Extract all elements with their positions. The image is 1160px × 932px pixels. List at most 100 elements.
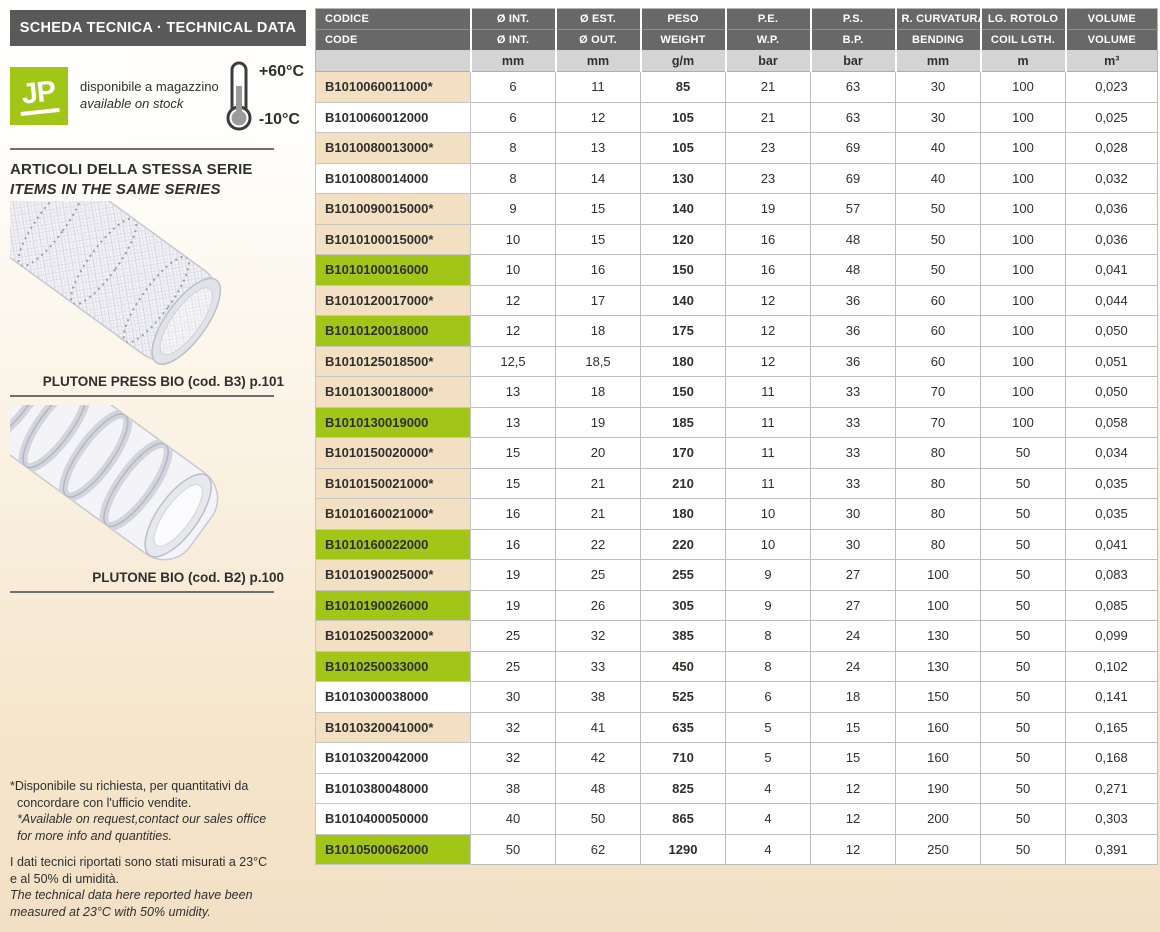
cell-pe: 12 <box>725 315 811 347</box>
stock-availability-row: JP disponibile a magazzino available on … <box>10 58 306 134</box>
cell-r-curvatura: 130 <box>895 650 981 682</box>
code-cell: B1010060011000* <box>315 71 471 103</box>
code-cell: B1010100015000* <box>315 223 471 255</box>
cell-ps: 36 <box>810 345 896 377</box>
table-row: B1010125018500* 12,5 18,5 180 12 36 60 100 0,051 <box>315 345 1158 377</box>
code-cell: B1010120017000* <box>315 284 471 316</box>
header-volume: VOLUME <box>1064 29 1158 50</box>
header-r-curvatura: R. CURVATURA <box>894 8 981 30</box>
table-row: B1010190026000 19 26 305 9 27 100 50 0,085 <box>315 589 1158 621</box>
cell-pe: 21 <box>725 71 811 103</box>
series-heading-en: ITEMS IN THE SAME SERIES <box>10 180 221 198</box>
header-o-int: Ø INT. <box>469 29 556 50</box>
cell-pe: 21 <box>725 101 811 133</box>
unit-peso: g/m <box>639 50 726 72</box>
cell-volume: 0,165 <box>1065 711 1158 743</box>
cell-r-curvatura: 40 <box>895 132 981 164</box>
cell-r-curvatura: 30 <box>895 101 981 133</box>
footnote-line: *Disponibile su richiesta, per quantitat… <box>10 779 249 793</box>
table-row: B1010190025000* 19 25 255 9 27 100 50 0,083 <box>315 559 1158 591</box>
cell-volume: 0,041 <box>1065 254 1158 286</box>
cell-pe: 6 <box>725 681 811 713</box>
table-row: B1010300038000 30 38 525 6 18 150 50 0,141 <box>315 681 1158 713</box>
cell-volume: 0,099 <box>1065 620 1158 652</box>
table-row: B1010080014000 8 14 130 23 69 40 100 0,032 <box>315 162 1158 194</box>
cell-o-int: 32 <box>470 711 556 743</box>
cell-o-est: 18,5 <box>555 345 641 377</box>
cell-r-curvatura: 70 <box>895 376 981 408</box>
footnote-line: for more info and quantities. <box>17 828 172 843</box>
header-pe: W.P. <box>724 29 811 50</box>
cell-lg-rotolo: 100 <box>980 132 1066 164</box>
cell-peso: 825 <box>640 772 726 804</box>
cell-lg-rotolo: 50 <box>980 528 1066 560</box>
code-cell: B1010130018000* <box>315 376 471 408</box>
series-heading-it: ARTICOLI DELLA STESSA SERIE <box>10 161 253 178</box>
cell-volume: 0,023 <box>1065 71 1158 103</box>
hose-caption-plutone-bio: PLUTONE BIO (cod. B2) p.100 <box>92 570 284 585</box>
cell-ps: 48 <box>810 223 896 255</box>
cell-o-est: 42 <box>555 742 641 774</box>
cell-r-curvatura: 80 <box>895 528 981 560</box>
cell-r-curvatura: 190 <box>895 772 981 804</box>
cell-o-int: 12,5 <box>470 345 556 377</box>
cell-ps: 30 <box>810 498 896 530</box>
cell-ps: 48 <box>810 254 896 286</box>
cell-o-int: 12 <box>470 315 556 347</box>
cell-lg-rotolo: 50 <box>980 437 1066 469</box>
cell-pe: 4 <box>725 833 811 865</box>
cell-pe: 12 <box>725 345 811 377</box>
cell-r-curvatura: 150 <box>895 681 981 713</box>
cell-pe: 10 <box>725 528 811 560</box>
cell-ps: 12 <box>810 772 896 804</box>
unit-codice <box>315 50 471 72</box>
cell-pe: 5 <box>725 711 811 743</box>
table-row: B1010080013000* 8 13 105 23 69 40 100 0,028 <box>315 132 1158 164</box>
cell-o-int: 13 <box>470 376 556 408</box>
cell-volume: 0,085 <box>1065 589 1158 621</box>
code-cell: B1010190026000 <box>315 589 471 621</box>
page-title: SCHEDA TECNICA · TECHNICAL DATA <box>10 10 306 46</box>
header-peso: WEIGHT <box>639 29 726 50</box>
hose-image-plutone-press-bio <box>0 114 306 374</box>
code-cell: B1010125018500* <box>315 345 471 377</box>
cell-o-est: 18 <box>555 315 641 347</box>
cell-volume: 0,032 <box>1065 162 1158 194</box>
cell-volume: 0,036 <box>1065 223 1158 255</box>
table-row: B1010380048000 38 48 825 4 12 190 50 0,271 <box>315 772 1158 804</box>
cell-pe: 16 <box>725 254 811 286</box>
header-lg-rotolo: COIL LGTH. <box>979 29 1066 50</box>
jp-logo-text: JP <box>17 75 61 116</box>
cell-lg-rotolo: 50 <box>980 467 1066 499</box>
cell-pe: 9 <box>725 559 811 591</box>
divider <box>10 395 274 397</box>
cell-ps: 24 <box>810 620 896 652</box>
header-o-est: Ø EST. <box>554 8 641 30</box>
cell-o-int: 10 <box>470 223 556 255</box>
cell-o-int: 25 <box>470 650 556 682</box>
cell-r-curvatura: 60 <box>895 315 981 347</box>
cell-o-est: 16 <box>555 254 641 286</box>
cell-r-curvatura: 100 <box>895 589 981 621</box>
cell-r-curvatura: 80 <box>895 498 981 530</box>
cell-volume: 0,035 <box>1065 498 1158 530</box>
cell-volume: 0,034 <box>1065 437 1158 469</box>
table-row: B1010500062000 50 62 1290 4 12 250 50 0,391 <box>315 833 1158 865</box>
code-cell: B1010160022000 <box>315 528 471 560</box>
cell-o-est: 22 <box>555 528 641 560</box>
cell-peso: 220 <box>640 528 726 560</box>
header-lg-rotolo: LG. ROTOLO <box>979 8 1066 30</box>
cell-o-int: 15 <box>470 437 556 469</box>
cell-r-curvatura: 70 <box>895 406 981 438</box>
table-row: B1010150020000* 15 20 170 11 33 80 50 0,034 <box>315 437 1158 469</box>
cell-pe: 11 <box>725 406 811 438</box>
cell-ps: 69 <box>810 132 896 164</box>
cell-peso: 450 <box>640 650 726 682</box>
cell-peso: 140 <box>640 193 726 225</box>
cell-lg-rotolo: 100 <box>980 223 1066 255</box>
cell-volume: 0,083 <box>1065 559 1158 591</box>
table-row: B1010060012000 6 12 105 21 63 30 100 0,025 <box>315 101 1158 133</box>
cell-peso: 210 <box>640 467 726 499</box>
cell-volume: 0,044 <box>1065 284 1158 316</box>
cell-peso: 130 <box>640 162 726 194</box>
